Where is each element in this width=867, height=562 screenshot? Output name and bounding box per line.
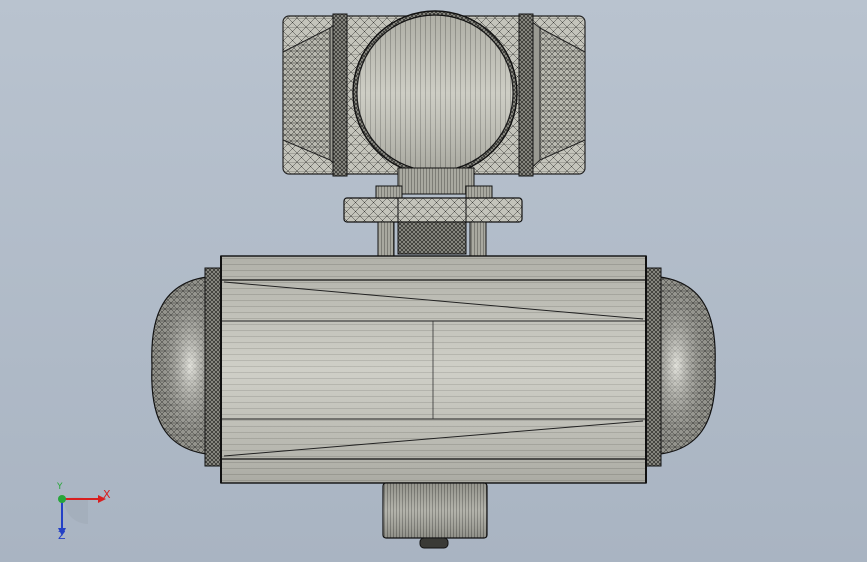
neck-flange[interactable] [343, 167, 523, 257]
sensor-body[interactable] [220, 255, 647, 484]
transmitter-head[interactable] [282, 10, 586, 177]
y-axis-dot [58, 495, 66, 503]
end-cap-left[interactable] [151, 267, 224, 467]
axis-y-label: Y [57, 482, 63, 492]
end-cap-right[interactable] [642, 267, 716, 467]
bottom-fitting[interactable] [382, 482, 488, 549]
axis-z-label: Z [58, 529, 66, 542]
axis-x-label: X [103, 488, 111, 501]
graphics-viewport[interactable]: X Y Z [0, 0, 867, 562]
axis-triad: X Y Z [40, 478, 120, 548]
cad-model[interactable] [0, 0, 867, 562]
